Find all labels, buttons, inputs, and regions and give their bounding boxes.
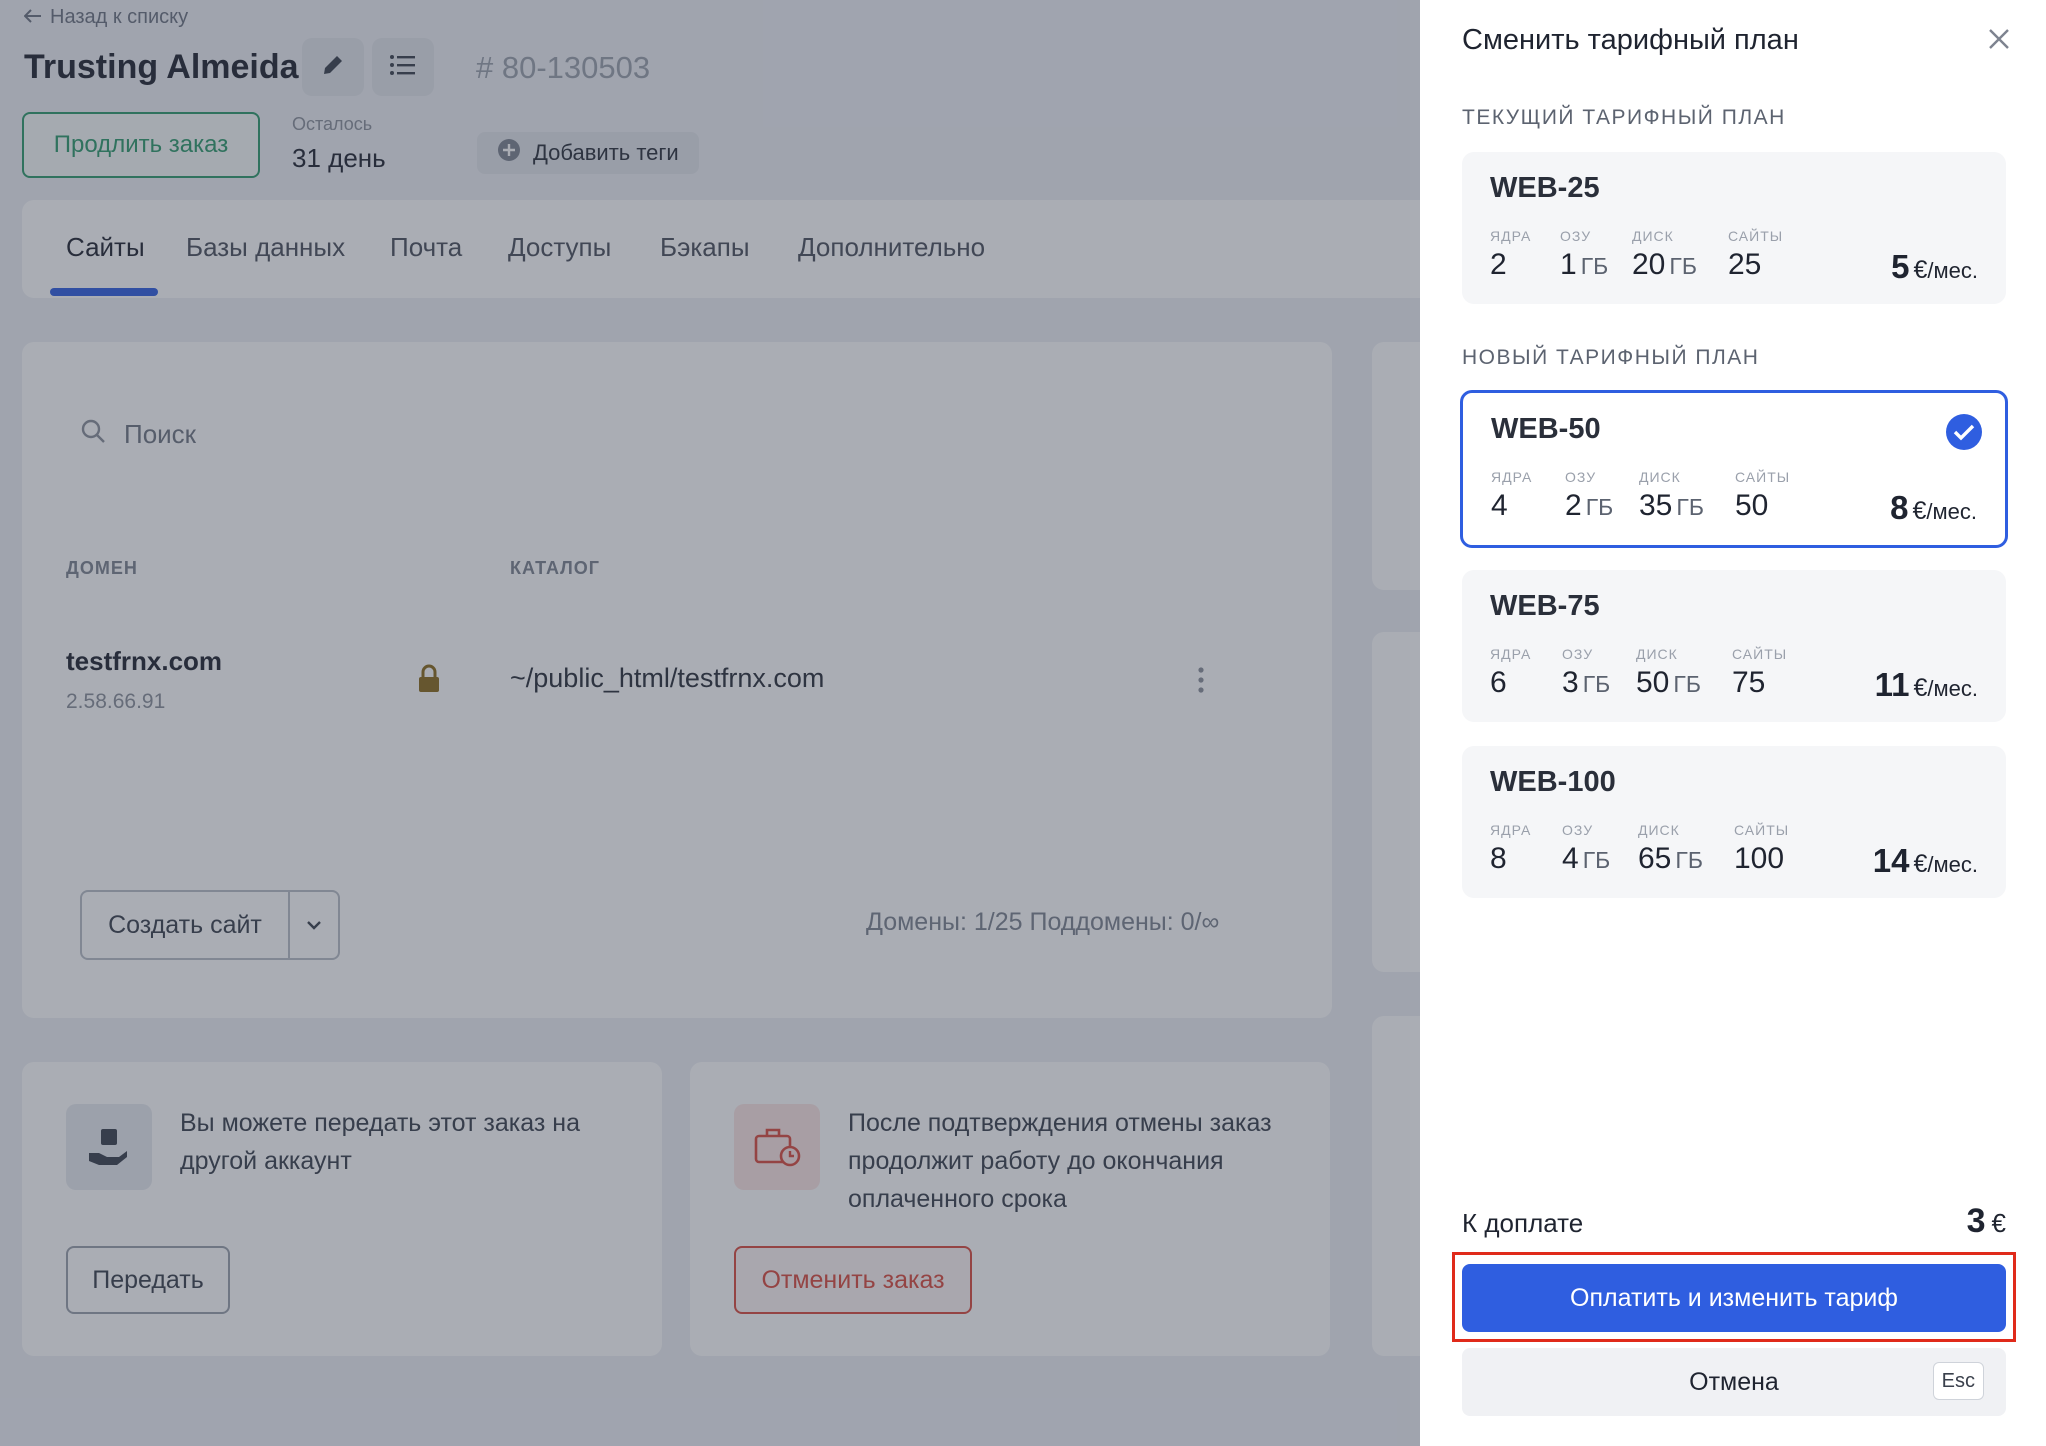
plan-price: 5 €/мес.: [1891, 248, 1978, 285]
spec-disk: ДИСК 20 ГБ: [1632, 228, 1697, 281]
new-plan-label: НОВЫЙ ТАРИФНЫЙ ПЛАН: [1462, 346, 1760, 369]
current-plan-card: WEB-25 ЯДРА 2 ОЗУ 1 ГБ ДИСК 20 ГБ САЙТЫ 25…: [1462, 152, 2006, 304]
plan-name: WEB-25: [1490, 172, 1600, 204]
spec-disk: ДИСК 50 ГБ: [1636, 646, 1701, 699]
spec-disk: ДИСК 35 ГБ: [1639, 469, 1704, 522]
esc-key-hint: Esc: [1932, 1362, 1984, 1400]
plan-option-web-75[interactable]: WEB-75 ЯДРА 6 ОЗУ 3 ГБ ДИСК 50 ГБ САЙТЫ 75…: [1462, 570, 2006, 722]
plan-price: 14 €/мес.: [1872, 842, 1978, 879]
cancel-button-label: Отмена: [1689, 1367, 1779, 1396]
spec-sites: САЙТЫ 75: [1732, 646, 1788, 699]
plan-price: 8 €/мес.: [1890, 489, 1977, 526]
modal-title: Сменить тарифный план: [1462, 24, 1799, 56]
modal-backdrop[interactable]: [0, 0, 1420, 1446]
spec-cores: ЯДРА 8: [1490, 822, 1532, 875]
pay-and-change-plan-button[interactable]: Оплатить и изменить тариф: [1462, 1264, 2006, 1332]
plan-name: WEB-100: [1490, 766, 1616, 798]
change-plan-modal: Сменить тарифный план ТЕКУЩИЙ ТАРИФНЫЙ П…: [1420, 0, 2046, 1446]
plan-option-web-100[interactable]: WEB-100 ЯДРА 8 ОЗУ 4 ГБ ДИСК 65 ГБ САЙТЫ 1…: [1462, 746, 2006, 898]
current-plan-label: ТЕКУЩИЙ ТАРИФНЫЙ ПЛАН: [1462, 106, 1786, 129]
amount-due-label: К доплате: [1462, 1208, 1584, 1238]
spec-ram: ОЗУ 3 ГБ: [1562, 646, 1611, 699]
spec-ram: ОЗУ 2 ГБ: [1565, 469, 1614, 522]
plan-price: 11 €/мес.: [1874, 666, 1978, 703]
spec-cores: ЯДРА 2: [1490, 228, 1532, 281]
spec-cores: ЯДРА 4: [1491, 469, 1533, 522]
plan-name: WEB-75: [1490, 590, 1600, 622]
plan-option-web-50[interactable]: WEB-50 ЯДРА 4 ОЗУ 2 ГБ ДИСК 35 ГБ САЙТЫ 50…: [1460, 390, 2008, 548]
spec-ram: ОЗУ 4 ГБ: [1562, 822, 1611, 875]
spec-disk: ДИСК 65 ГБ: [1638, 822, 1703, 875]
checkmark-circle-icon: [1945, 413, 1983, 456]
cancel-button[interactable]: Отмена Esc: [1462, 1348, 2006, 1416]
spec-sites: САЙТЫ 100: [1734, 822, 1790, 875]
amount-due-value: 3 €: [1966, 1202, 2006, 1240]
spec-sites: САЙТЫ 25: [1728, 228, 1784, 281]
spec-sites: САЙТЫ 50: [1735, 469, 1791, 522]
spec-ram: ОЗУ 1 ГБ: [1560, 228, 1609, 281]
close-icon[interactable]: [1988, 28, 2010, 55]
spec-cores: ЯДРА 6: [1490, 646, 1532, 699]
plan-name: WEB-50: [1491, 413, 1601, 445]
